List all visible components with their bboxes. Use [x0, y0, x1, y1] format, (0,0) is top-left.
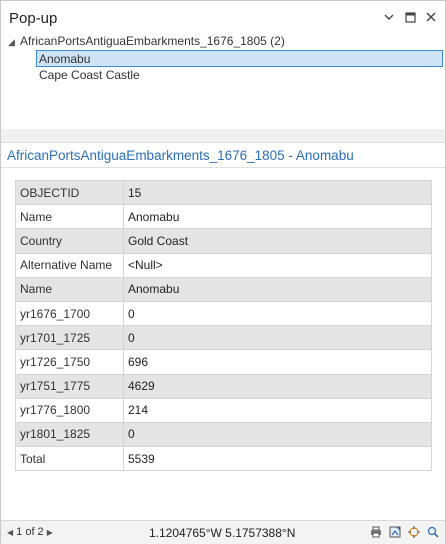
attribute-row: yr1801_1825 0 — [15, 421, 432, 448]
coordinates-readout: 1.1204765°W 5.1757388°N — [149, 526, 296, 540]
divider — [1, 167, 445, 168]
attribute-field: yr1751_1775 — [15, 373, 124, 399]
magnify-icon[interactable] — [427, 525, 439, 538]
attribute-row: yr1776_1800 214 — [15, 397, 432, 423]
attribute-value[interactable]: Anomabu — [123, 276, 432, 302]
attribute-value[interactable]: 15 — [123, 179, 432, 206]
attribute-value[interactable]: 696 — [123, 349, 432, 375]
title-bar: Pop-up — [1, 1, 445, 35]
attribute-field: Name — [15, 276, 124, 302]
status-bar: ◀ 1 of 2 ▶ 1.1204765°W 5.1757388°N — [1, 520, 445, 544]
attribute-field: yr1676_1700 — [15, 300, 124, 327]
tree-item-label: Cape Coast Castle — [39, 68, 140, 82]
tree-item-cape-coast-castle[interactable]: Cape Coast Castle — [39, 67, 140, 84]
attribute-row: Alternative Name <Null> — [15, 252, 432, 278]
tree-item-label: Anomabu — [39, 52, 91, 66]
close-icon[interactable] — [425, 11, 437, 23]
tree-layer-label: AfricanPortsAntiguaEmbarkments_1676_1805… — [20, 34, 285, 48]
attribute-row: Name Anomabu — [15, 276, 432, 302]
feature-tree: ◢ AfricanPortsAntiguaEmbarkments_1676_180… — [1, 33, 445, 129]
attribute-value[interactable]: Anomabu — [123, 204, 432, 230]
attribute-value[interactable]: Gold Coast — [123, 228, 432, 254]
attribute-value[interactable]: 5539 — [123, 446, 432, 472]
attribute-field: OBJECTID — [15, 179, 124, 206]
previous-feature-icon[interactable]: ◀ — [7, 528, 13, 537]
pan-to-icon[interactable] — [408, 525, 420, 538]
attribute-value[interactable]: 0 — [123, 325, 432, 351]
feature-detail: AfricanPortsAntiguaEmbarkments_1676_1805… — [1, 143, 445, 519]
attribute-field: Total — [15, 446, 124, 472]
zoom-to-icon[interactable] — [389, 525, 401, 538]
attribute-field: Alternative Name — [15, 252, 124, 278]
attribute-value[interactable]: 0 — [123, 421, 432, 448]
popup-pane: Pop-up ◢ AfricanPortsAntiguaEmbarkments_1… — [0, 0, 446, 544]
attribute-field: Country — [15, 228, 124, 254]
attribute-field: yr1801_1825 — [15, 421, 124, 448]
attribute-field: yr1726_1750 — [15, 349, 124, 375]
attribute-field: Name — [15, 204, 124, 230]
maximize-icon[interactable] — [404, 11, 416, 23]
pane-splitter[interactable] — [1, 129, 445, 143]
page-indicator: 1 of 2 — [16, 526, 44, 538]
feature-title: AfricanPortsAntiguaEmbarkments_1676_1805… — [7, 148, 354, 163]
next-feature-icon[interactable]: ▶ — [47, 528, 53, 537]
attribute-row: yr1726_1750 696 — [15, 349, 432, 375]
attribute-row: Country Gold Coast — [15, 228, 432, 254]
print-icon[interactable] — [370, 525, 382, 538]
attribute-value[interactable]: 214 — [123, 397, 432, 423]
pane-title: Pop-up — [9, 10, 58, 27]
popup-tools — [370, 525, 439, 538]
attribute-row: yr1751_1775 4629 — [15, 373, 432, 399]
tree-item-anomabu[interactable]: Anomabu — [36, 50, 443, 67]
tree-layer-node[interactable]: ◢ AfricanPortsAntiguaEmbarkments_1676_180… — [8, 33, 285, 50]
chevron-down-icon[interactable] — [383, 11, 395, 23]
attribute-field: yr1701_1725 — [15, 325, 124, 351]
window-controls — [383, 11, 437, 23]
attribute-value[interactable]: 0 — [123, 300, 432, 327]
collapse-caret-icon[interactable]: ◢ — [8, 34, 20, 51]
attribute-row: yr1676_1700 0 — [15, 300, 432, 327]
attribute-value[interactable]: 4629 — [123, 373, 432, 399]
attribute-row: OBJECTID 15 — [15, 179, 432, 206]
attribute-row: Name Anomabu — [15, 204, 432, 230]
attribute-row: yr1701_1725 0 — [15, 325, 432, 351]
pager: ◀ 1 of 2 ▶ — [7, 526, 53, 538]
attribute-value[interactable]: <Null> — [123, 252, 432, 278]
attribute-field: yr1776_1800 — [15, 397, 124, 423]
attribute-table: OBJECTID 15 Name Anomabu Country Gold Coast Al… — [15, 179, 432, 472]
attribute-row: Total 5539 — [15, 446, 432, 472]
